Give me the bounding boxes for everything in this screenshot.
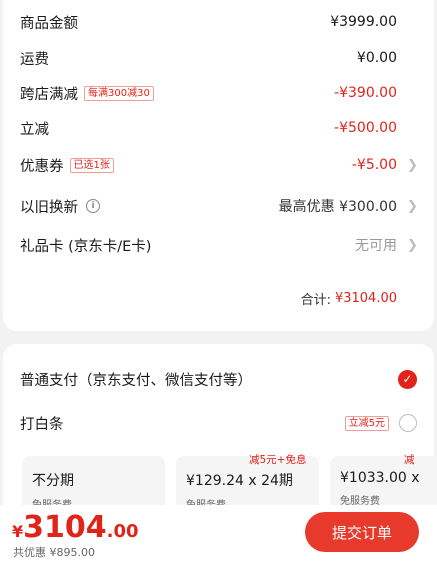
baitiao-label: 打白条 (20, 416, 64, 433)
coupon-row[interactable]: 优惠券 已选1张 -¥5.00 ❯ (20, 153, 418, 177)
cross-store-discount-tag: 每满300减30 (84, 85, 154, 101)
info-icon[interactable]: i (86, 199, 100, 213)
price-integer: 3104 (23, 510, 107, 545)
gift-card-value: 无可用 (355, 238, 397, 254)
checkmark-icon[interactable]: ✓ (398, 369, 417, 389)
total-value: ¥3104.00 (334, 290, 397, 306)
total-row: 合计: ¥3104.00 (20, 286, 417, 310)
radio-unchecked-icon[interactable] (399, 414, 417, 432)
submit-order-button[interactable]: 提交订单 (305, 512, 419, 552)
total-label: 合计: (300, 292, 331, 308)
chevron-right-icon: ❯ (407, 198, 418, 214)
coupon-label: 优惠券 (20, 158, 64, 175)
cross-store-discount-value: -¥390.00 (334, 85, 397, 101)
total-saved: 共优惠 ¥895.00 (13, 546, 95, 559)
chevron-right-icon: ❯ (407, 157, 418, 173)
trade-in-label: 以旧换新 (20, 199, 78, 216)
plan-promo: 减 (404, 454, 415, 466)
baitiao-tag: 立减5元 (344, 415, 389, 431)
goods-amount-value: ¥3999.00 (330, 14, 397, 30)
normal-pay-label: 普通支付（京东支付、微信支付等） (20, 372, 252, 389)
cross-store-discount-label: 跨店满减 (20, 86, 78, 103)
shipping-label: 运费 (20, 51, 49, 68)
price-decimal: .00 (106, 521, 139, 542)
shipping-value: ¥0.00 (356, 50, 397, 66)
instant-discount-label: 立减 (20, 121, 49, 138)
goods-amount-label: 商品金额 (20, 15, 78, 32)
price-currency: ¥ (12, 522, 24, 541)
gift-card-label: 礼品卡 (京东卡/E卡) (20, 238, 152, 255)
trade-in-row[interactable]: 以旧换新 i 最高优惠 ¥300.00 ❯ (20, 194, 418, 218)
coupon-value: -¥5.00 (351, 157, 397, 173)
baitiao-option[interactable]: 打白条 立减5元 (20, 411, 417, 435)
coupon-tag: 已选1张 (69, 157, 114, 173)
cross-store-discount-row: 跨店满减 每满300减30 -¥390.00 (20, 81, 417, 105)
shipping-row: 运费 ¥0.00 (20, 46, 417, 70)
goods-amount-row: 商品金额 ¥3999.00 (20, 10, 417, 34)
normal-pay-option[interactable]: 普通支付（京东支付、微信支付等） ✓ (20, 367, 417, 391)
instant-discount-value: -¥500.00 (334, 120, 397, 136)
gift-card-row[interactable]: 礼品卡 (京东卡/E卡) 无可用 ❯ (20, 233, 418, 257)
final-price: ¥ 3104 .00 (12, 510, 139, 545)
trade-in-value: 最高优惠 ¥300.00 (278, 199, 397, 215)
plan-main: ¥1033.00 x (340, 470, 420, 486)
plan-promo: 减5元+免息 (249, 454, 307, 466)
instant-discount-row: 立减 -¥500.00 (20, 116, 417, 140)
plan-main: ¥129.24 x 24期 (186, 473, 293, 489)
plan-main: 不分期 (32, 473, 74, 489)
chevron-right-icon: ❯ (407, 237, 418, 253)
